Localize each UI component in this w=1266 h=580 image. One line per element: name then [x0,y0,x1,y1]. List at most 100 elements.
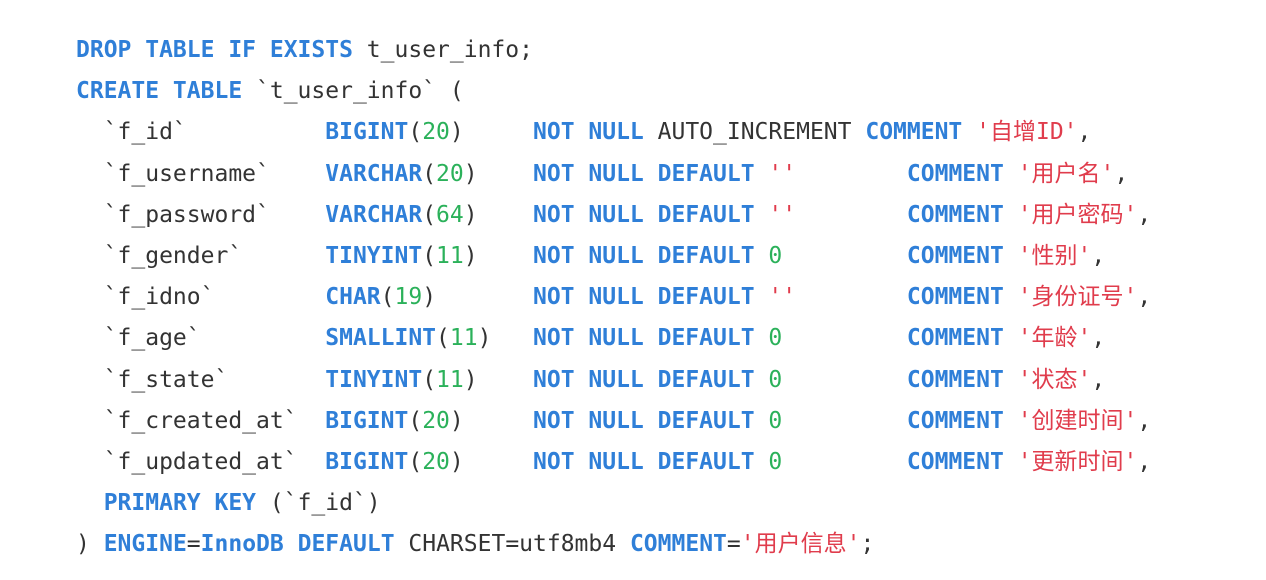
sql-number: 64 [436,201,464,228]
sql-number: 20 [422,407,450,434]
sql-text: ( [422,366,437,393]
code-line: `f_username` VARCHAR(20) NOT NULL DEFAUL… [76,154,1151,195]
sql-text: , [1137,407,1152,434]
sql-keyword: TINYINT [325,242,423,269]
sql-number: 0 [768,448,783,475]
sql-number: 11 [436,366,464,393]
code-line: `f_gender` TINYINT(11) NOT NULL DEFAULT … [76,236,1151,277]
sql-text: t_user_info; [352,37,533,63]
code-line: PRIMARY KEY (`f_id`) [76,483,1151,524]
sql-keyword: PRIMARY KEY [103,490,257,517]
sql-text: ( [422,201,437,228]
sql-text: ) [477,325,533,352]
sql-text: ) [463,201,533,228]
sql-text: `f_username` [76,160,326,187]
sql-text: ( [422,242,437,269]
sql-text: `f_created_at` [76,407,326,434]
sql-text: ) [422,284,533,311]
sql-number: 20 [422,448,450,475]
sql-keyword: NOT NULL [533,119,644,146]
sql-keyword: NOT NULL DEFAULT [532,284,755,311]
sql-text: ) [76,531,104,558]
sql-keyword: NOT NULL DEFAULT [533,160,755,187]
sql-text: , [1137,284,1152,311]
code-line: `f_created_at` BIGINT(20) NOT NULL DEFAU… [76,401,1152,442]
sql-keyword: ENGINE [103,531,187,558]
sql-code-block: DROP TABLE IF EXISTS t_user_info; CREATE … [76,30,1151,565]
sql-keyword: BIGINT [325,119,409,146]
sql-string: '自增ID' [976,119,1078,146]
sql-string: '状态' [1017,366,1092,393]
sql-keyword: DROP TABLE IF EXISTS [76,37,353,63]
sql-keyword: InnoDB [200,531,284,558]
sql-text: `f_gender` [76,242,326,269]
sql-keyword: COMMENT [906,407,1004,434]
sql-keyword: COMMENT [865,119,963,146]
sql-keyword: CHAR [325,284,381,311]
sql-text: ) [449,119,533,146]
sql-keyword: NOT NULL DEFAULT [533,201,755,228]
sql-text: , [1091,366,1106,393]
sql-string: '更新时间' [1017,448,1138,475]
sql-keyword: VARCHAR [325,201,423,228]
sql-string: '年龄' [1017,325,1092,352]
sql-string: '' [768,160,797,187]
sql-text: `f_age` [76,325,326,352]
sql-number: 0 [768,325,783,352]
code-line: `f_id` BIGINT(20) NOT NULL AUTO_INCREMEN… [76,112,1151,153]
sql-text: `f_idno` [76,284,326,311]
sql-text: , [1091,242,1106,269]
sql-string: '' [768,201,797,228]
code-line: ) ENGINE=InnoDB DEFAULT CHARSET=utf8mb4 … [76,524,1151,565]
sql-string: '' [768,284,797,311]
sql-text: , [1114,160,1129,187]
code-line: `f_updated_at` BIGINT(20) NOT NULL DEFAU… [76,442,1152,483]
code-line: `f_state` TINYINT(11) NOT NULL DEFAULT 0… [76,360,1151,401]
sql-keyword: COMMENT [629,531,727,558]
code-line: `f_password` VARCHAR(64) NOT NULL DEFAUL… [76,195,1152,236]
sql-text: , [1137,448,1152,475]
sql-text: `f_updated_at` [76,448,326,475]
sql-keyword: SMALLINT [325,325,437,352]
sql-number: 19 [394,284,423,311]
code-line: CREATE TABLE `t_user_info` ( [76,71,1151,112]
sql-text: ( [422,160,437,187]
sql-string: '创建时间' [1017,407,1138,434]
sql-keyword: DEFAULT [297,531,395,558]
sql-text: `f_state` [76,366,326,393]
sql-text: AUTO_INCREMENT [643,119,866,146]
sql-string: '用户密码' [1017,201,1138,228]
sql-text: ) [449,407,533,434]
sql-keyword: NOT NULL DEFAULT [532,325,755,352]
sql-text: ( [408,448,423,475]
sql-keyword: VARCHAR [325,160,423,187]
sql-text: , [1137,201,1152,228]
sql-text: `t_user_info` ( [242,78,464,105]
sql-text: (`f_id`) [256,490,381,517]
sql-number: 20 [422,119,450,146]
sql-keyword: COMMENT [906,242,1004,269]
sql-number: 20 [436,160,464,187]
sql-keyword: BIGINT [325,448,409,475]
sql-text: = [726,531,741,558]
sql-number: 11 [449,325,478,352]
